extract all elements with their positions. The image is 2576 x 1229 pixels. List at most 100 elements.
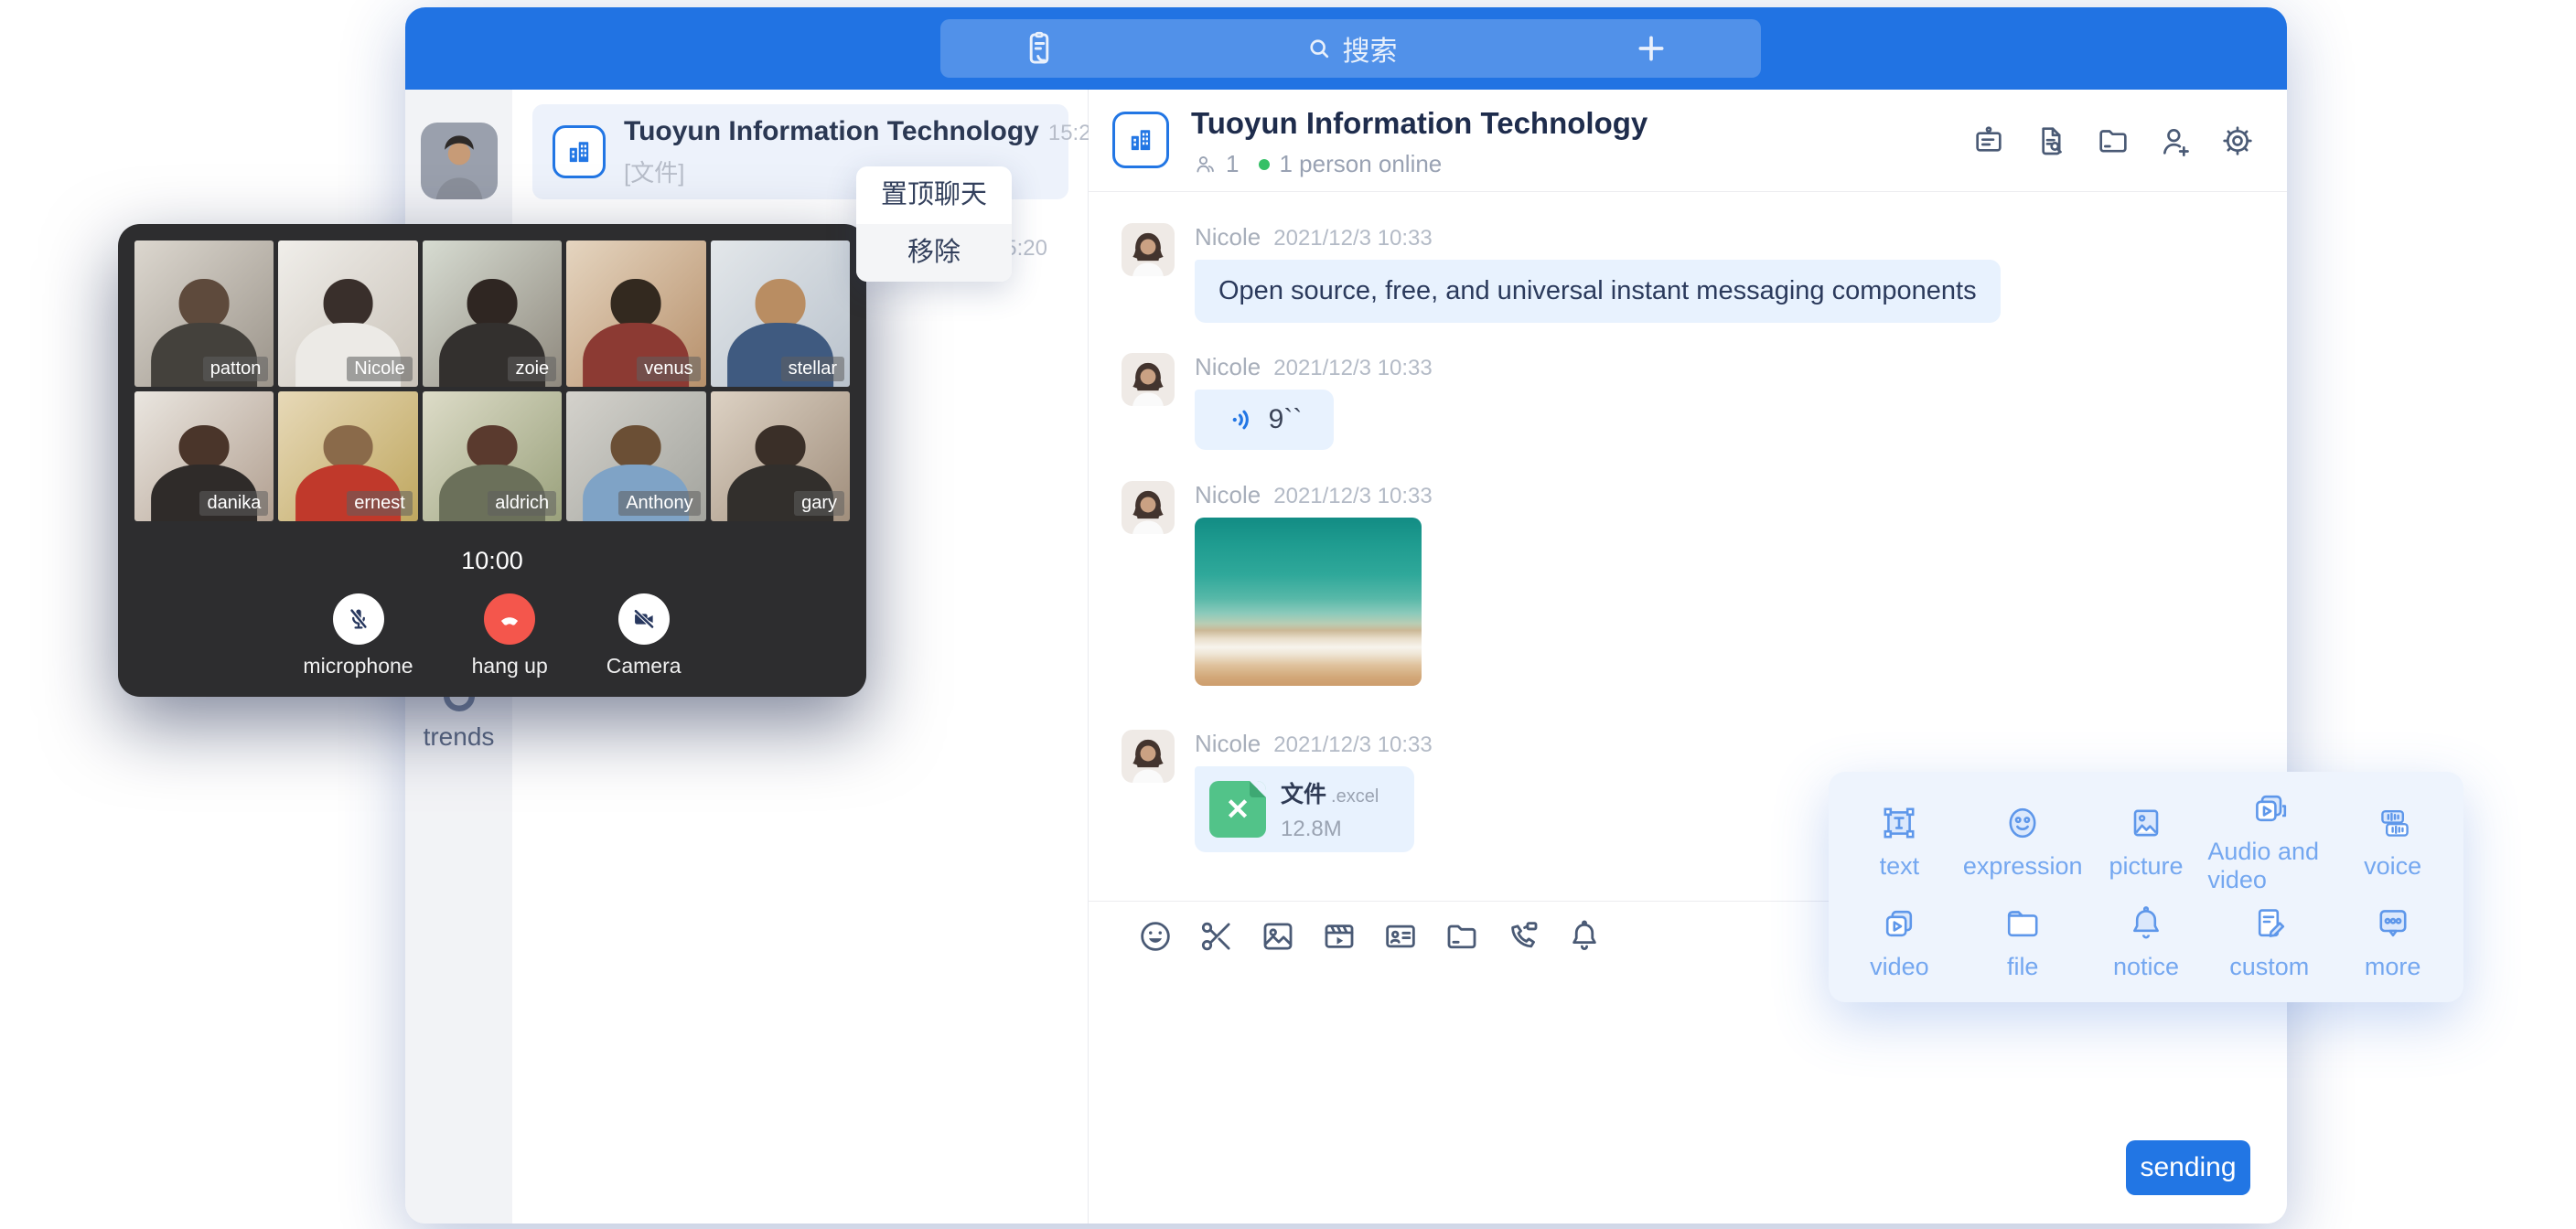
avatar[interactable] (1122, 353, 1175, 406)
folder-icon[interactable] (1443, 917, 1481, 956)
topbar: 搜索 (405, 7, 2287, 90)
contact-card-icon[interactable] (1381, 917, 1420, 956)
avatar[interactable] (1122, 481, 1175, 534)
file-size: 12.8M (1281, 817, 1379, 842)
audio-video-icon (2248, 786, 2292, 830)
picture-icon (2124, 801, 2168, 845)
image-message-photo[interactable] (1195, 518, 1422, 686)
message-time: 2021/12/3 10:33 (1273, 484, 1433, 509)
chat-header: Tuoyun Information Technology 1 1 person… (1089, 90, 2287, 192)
file-bubble[interactable]: ✕ 文件.excel 12.8M (1195, 766, 1414, 852)
panel-item-audio-video[interactable]: Audio and video (2207, 786, 2331, 894)
expression-icon (2001, 801, 2045, 845)
member-count: 1 (1226, 150, 1239, 178)
chat-title: Tuoyun Information Technology (1191, 106, 1648, 141)
panel-item-video[interactable]: video (1838, 894, 1961, 988)
message-type-panel: text expression picture Audio and video … (1829, 772, 2463, 1002)
menu-item-remove[interactable]: 移除 (856, 224, 1012, 282)
sender-name: Nicole (1195, 730, 1261, 758)
panel-item-notice[interactable]: notice (2085, 894, 2208, 988)
file-ext: .excel (1331, 786, 1379, 807)
more-icon (2371, 902, 2415, 946)
microphone-button[interactable] (333, 593, 384, 645)
participant-video: venus (566, 240, 705, 387)
announcement-icon[interactable] (1970, 123, 2007, 159)
add-member-icon[interactable] (2157, 123, 2194, 159)
panel-item-custom[interactable]: custom (2207, 894, 2331, 988)
contacts-icon[interactable] (1019, 28, 1059, 69)
online-status: 1 person online (1279, 150, 1442, 178)
menu-item-pin-chat[interactable]: 置顶聊天 (856, 166, 1012, 224)
file-icon (2001, 902, 2045, 946)
voice-icon (2371, 801, 2415, 845)
text-icon (1877, 801, 1921, 845)
chat-history-search-icon[interactable] (2033, 123, 2069, 159)
search-bar[interactable]: 搜索 (940, 19, 1761, 78)
message-time: 2021/12/3 10:33 (1273, 226, 1433, 251)
voice-bubble[interactable]: 9`` (1195, 390, 1334, 450)
participant-video: stellar (711, 240, 850, 387)
composer-toolbar (1136, 917, 1604, 956)
participant-video: Nicole (278, 240, 417, 387)
voice-wave-icon (1227, 404, 1258, 435)
files-icon[interactable] (2095, 123, 2131, 159)
message-image: Nicole 2021/12/3 10:33 (1122, 481, 1433, 686)
hang-up-label: hang up (472, 654, 548, 679)
image-icon[interactable] (1259, 917, 1297, 956)
sender-name: Nicole (1195, 481, 1261, 509)
conversation-title: Tuoyun Information Technology (624, 116, 1039, 147)
chat-area: Tuoyun Information Technology 1 1 person… (1089, 90, 2287, 1224)
message-time: 2021/12/3 10:33 (1273, 356, 1433, 381)
participant-video: ernest (278, 391, 417, 521)
message-time: 2021/12/3 10:33 (1273, 732, 1433, 758)
participant-video: aldrich (423, 391, 562, 521)
video-icon[interactable] (1320, 917, 1358, 956)
video-call-icon[interactable] (1504, 917, 1542, 956)
call-controls: microphone hang up Camera (134, 593, 850, 679)
video-icon (1877, 902, 1921, 946)
search-icon (1304, 34, 1334, 63)
camera-label: Camera (606, 654, 682, 679)
panel-item-expression[interactable]: expression (1961, 786, 2085, 894)
file-icon: ✕ (1209, 781, 1266, 838)
panel-item-more[interactable]: more (2331, 894, 2454, 988)
participant-grid: patton Nicole zoie venus stellar danika … (134, 240, 850, 521)
emoji-icon[interactable] (1136, 917, 1175, 956)
file-name: 文件 (1281, 782, 1326, 807)
organization-icon (553, 125, 606, 178)
participant-video: patton (134, 240, 274, 387)
search-placeholder[interactable]: 搜索 (1343, 28, 1398, 69)
avatar[interactable] (1122, 730, 1175, 783)
voice-duration: 9`` (1269, 404, 1303, 435)
microphone-label: microphone (303, 654, 413, 679)
custom-icon (2248, 902, 2292, 946)
notice-icon (2124, 902, 2168, 946)
panel-item-file[interactable]: file (1961, 894, 2085, 988)
video-call-panel: patton Nicole zoie venus stellar danika … (118, 224, 866, 697)
participant-video: gary (711, 391, 850, 521)
panel-item-picture[interactable]: picture (2085, 786, 2208, 894)
message-file: Nicole 2021/12/3 10:33 ✕ 文件.excel 12.8M (1122, 730, 1433, 852)
panel-item-text[interactable]: text (1838, 786, 1961, 894)
panel-item-voice[interactable]: voice (2331, 786, 2454, 894)
call-timer: 10:00 (134, 547, 850, 575)
notification-icon[interactable] (1565, 917, 1604, 956)
hang-up-icon (494, 604, 525, 635)
send-button[interactable]: sending (2126, 1140, 2250, 1195)
conversation-context-menu: 置顶聊天 移除 (856, 166, 1012, 282)
member-icon (1193, 152, 1218, 177)
avatar[interactable] (1122, 223, 1175, 276)
online-dot (1259, 159, 1270, 170)
camera-button[interactable] (618, 593, 670, 645)
settings-icon[interactable] (2219, 123, 2256, 159)
microphone-muted-icon (343, 604, 374, 635)
sender-name: Nicole (1195, 353, 1261, 381)
participant-video: danika (134, 391, 274, 521)
add-icon[interactable] (1633, 30, 1669, 67)
participant-video: Anthony (566, 391, 705, 521)
hang-up-button[interactable] (484, 593, 535, 645)
organization-icon (1112, 112, 1169, 168)
user-avatar[interactable] (421, 123, 498, 199)
screenshot-icon[interactable] (1197, 917, 1236, 956)
trends-label: trends (424, 722, 495, 751)
